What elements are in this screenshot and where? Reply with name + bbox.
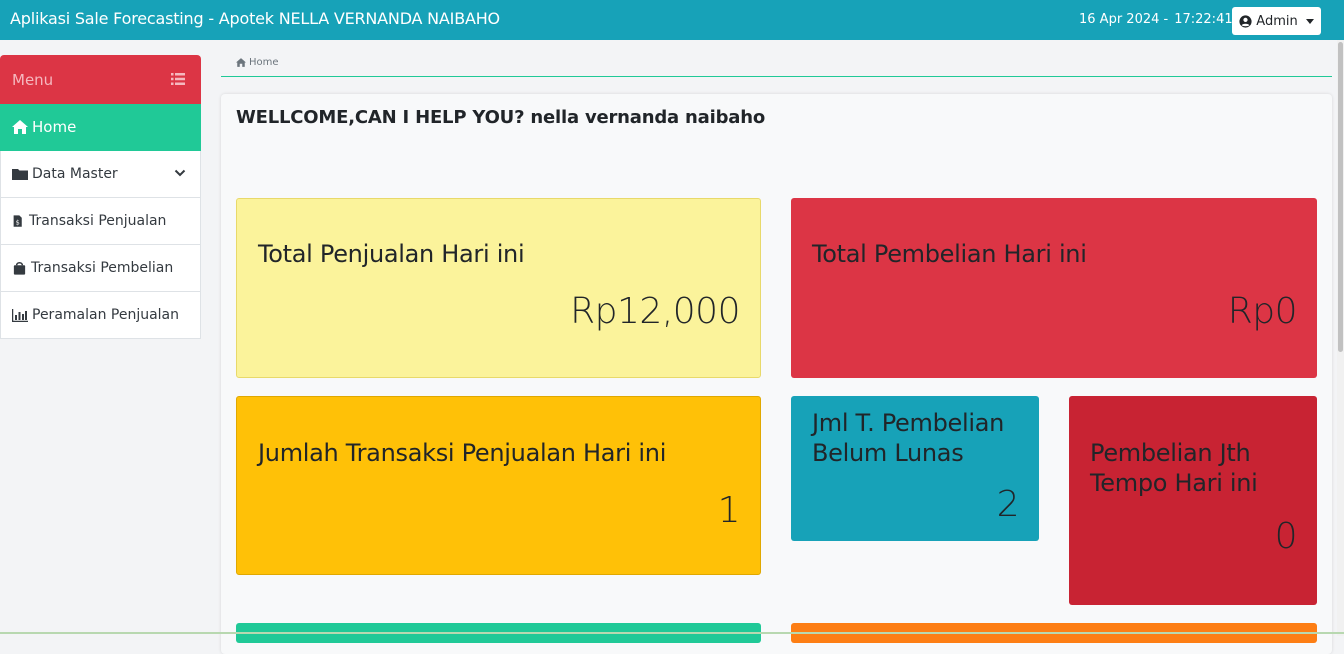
app-title: Aplikasi Sale Forecasting - Apotek NELLA… <box>10 9 500 28</box>
card-value: 0 <box>1274 516 1298 557</box>
invoice-icon: $ <box>13 215 22 227</box>
sidebar-item-label: Peramalan Penjualan <box>32 307 180 323</box>
card-title-line: Belum Lunas <box>812 439 964 467</box>
sidebar: Menu Home Data Master $ Transaksi Penjua… <box>0 55 201 339</box>
current-date: 16 Apr 2024 - <box>1079 12 1169 27</box>
menu-label: Menu <box>12 71 54 89</box>
page-scrollbar[interactable] <box>1337 40 1344 636</box>
card-title-line: Tempo Hari ini <box>1090 469 1258 497</box>
sidebar-item-label: Home <box>32 118 77 136</box>
card-title-line: Jml T. Pembelian <box>812 409 1005 437</box>
date-time-display: 16 Apr 2024 - 17:22:41 <box>1079 12 1233 27</box>
home-icon <box>12 120 28 134</box>
list-icon <box>171 73 185 85</box>
breadcrumb-divider <box>221 76 1332 77</box>
card-pembelian-belum-lunas: Jml T. Pembelian Belum Lunas 2 <box>791 396 1039 541</box>
window-bottom-edge <box>0 632 1344 634</box>
shopping-bag-icon <box>13 261 26 275</box>
sidebar-item-transaksi-pembelian[interactable]: Transaksi Pembelian <box>0 245 201 292</box>
scrollbar-thumb[interactable] <box>1338 42 1343 352</box>
card-title-line: Pembelian Jth <box>1090 439 1251 467</box>
card-total-penjualan: Total Penjualan Hari ini Rp12,000 <box>236 198 761 378</box>
card-value: Rp12,000 <box>570 291 740 332</box>
top-navbar: Aplikasi Sale Forecasting - Apotek NELLA… <box>0 0 1344 40</box>
card-title: Jumlah Transaksi Penjualan Hari ini <box>258 439 667 467</box>
user-menu-button[interactable]: Admin <box>1232 7 1321 35</box>
breadcrumb: Home <box>236 57 279 68</box>
user-circle-icon <box>1239 14 1252 28</box>
welcome-heading: WELLCOME,CAN I HELP YOU? nella vernanda … <box>236 107 766 128</box>
sidebar-item-data-master[interactable]: Data Master <box>0 151 201 198</box>
svg-text:$: $ <box>16 219 20 227</box>
caret-down-icon <box>1305 18 1314 24</box>
current-time: 17:22:41 <box>1174 12 1233 27</box>
sidebar-item-label: Transaksi Pembelian <box>31 260 174 276</box>
sidebar-item-label: Transaksi Penjualan <box>29 213 167 229</box>
user-menu-label: Admin <box>1256 13 1298 29</box>
card-pembelian-jatuh-tempo: Pembelian Jth Tempo Hari ini 0 <box>1069 396 1317 605</box>
home-icon <box>236 58 246 67</box>
sidebar-item-home[interactable]: Home <box>0 104 201 151</box>
card-title: Total Pembelian Hari ini <box>812 240 1087 268</box>
card-title: Total Penjualan Hari ini <box>258 240 525 268</box>
sidebar-item-peramalan-penjualan[interactable]: Peramalan Penjualan <box>0 292 201 339</box>
folder-icon <box>12 169 28 180</box>
card-jumlah-transaksi-penjualan: Jumlah Transaksi Penjualan Hari ini 1 <box>236 396 761 575</box>
card-title: Pembelian Jth Tempo Hari ini <box>1090 438 1258 498</box>
sidebar-item-label: Data Master <box>32 166 118 182</box>
card-value: Rp0 <box>1227 291 1298 332</box>
bar-chart-icon <box>12 309 28 322</box>
card-total-pembelian: Total Pembelian Hari ini Rp0 <box>791 198 1317 378</box>
sidebar-item-transaksi-penjualan[interactable]: $ Transaksi Penjualan <box>0 198 201 245</box>
chevron-down-icon <box>174 169 186 177</box>
card-title: Jml T. Pembelian Belum Lunas <box>812 408 1004 468</box>
sidebar-menu-header[interactable]: Menu <box>0 55 201 104</box>
card-value: 1 <box>717 490 741 531</box>
breadcrumb-home-link[interactable]: Home <box>249 57 279 68</box>
card-value: 2 <box>996 484 1020 525</box>
